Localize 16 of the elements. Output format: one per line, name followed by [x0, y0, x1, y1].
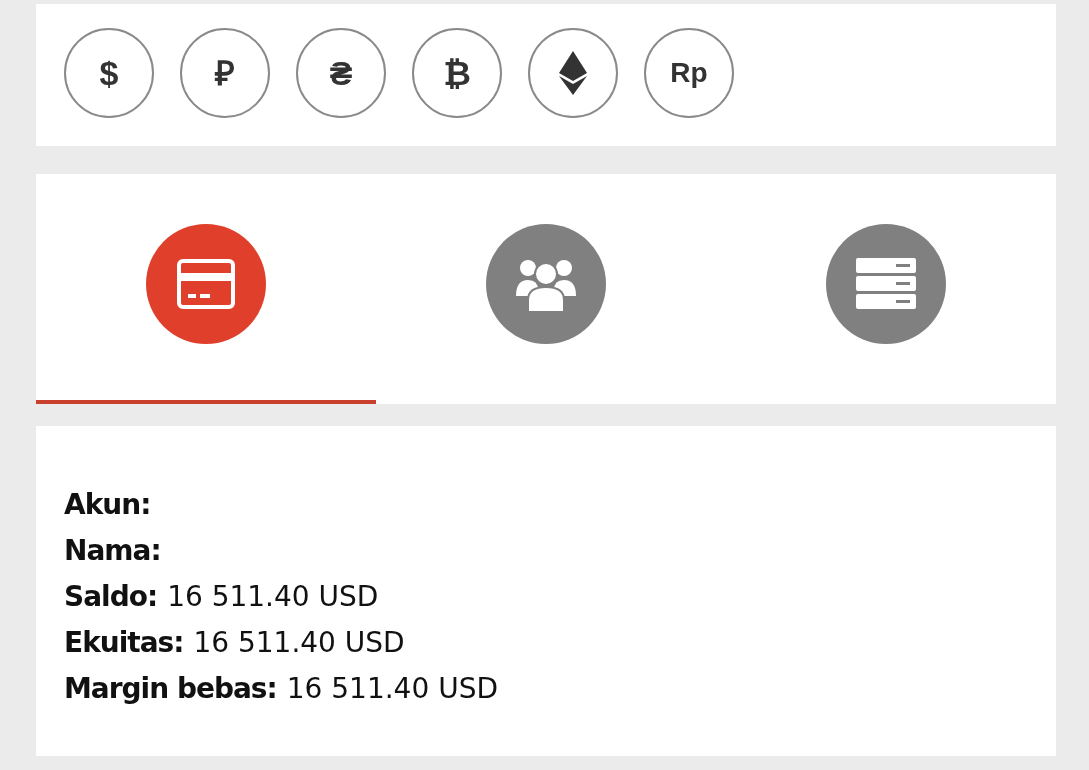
- field-label: Nama:: [64, 533, 161, 569]
- field-value: 16 511.40 USD: [167, 579, 379, 615]
- credit-card-icon: [176, 258, 236, 310]
- field-value: 16 511.40 USD: [193, 625, 405, 661]
- currency-button[interactable]: ₽: [180, 28, 270, 118]
- currency-button[interactable]: $: [64, 28, 154, 118]
- currency-button[interactable]: ₴: [296, 28, 386, 118]
- field-label: Margin bebas:: [64, 671, 277, 707]
- ethereum-icon: [559, 51, 587, 95]
- field-label: Ekuitas:: [64, 625, 184, 661]
- field-value: 16 511.40 USD: [286, 671, 498, 707]
- currency-button[interactable]: Rp: [644, 28, 734, 118]
- currency-button[interactable]: ₿: [412, 28, 502, 118]
- field-label: Akun:: [64, 487, 151, 523]
- field-label: Saldo:: [64, 579, 158, 615]
- server-icon: [856, 258, 916, 310]
